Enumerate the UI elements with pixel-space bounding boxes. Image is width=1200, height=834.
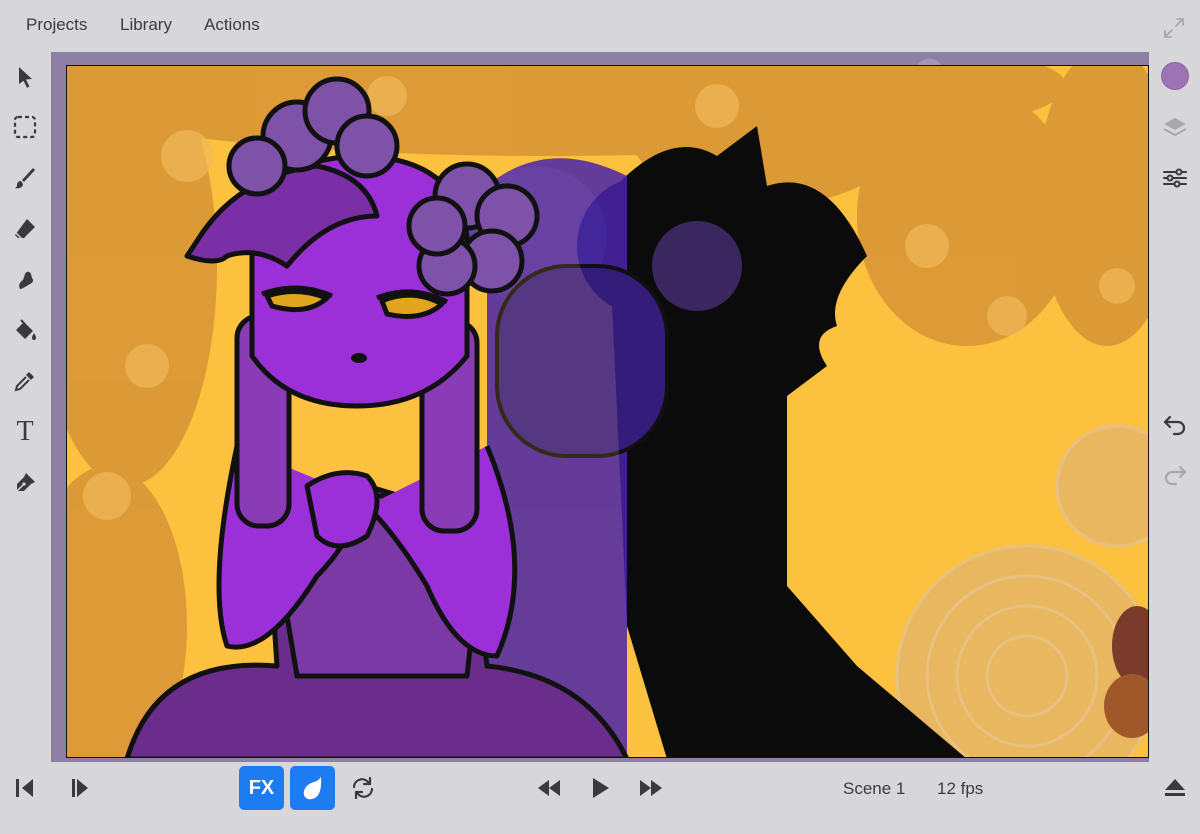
text-tool-icon[interactable]: T xyxy=(8,415,42,449)
pen-icon[interactable] xyxy=(8,466,42,500)
canvas-stage[interactable] xyxy=(51,52,1149,762)
onion-skin-button[interactable] xyxy=(290,766,335,810)
fps-setting[interactable]: 12 fps xyxy=(937,779,983,799)
text-tool-glyph: T xyxy=(16,416,34,447)
smudge-icon[interactable] xyxy=(8,263,42,297)
marquee-select-icon[interactable] xyxy=(8,110,42,144)
fx-button[interactable]: FX xyxy=(239,766,284,810)
eraser-icon[interactable] xyxy=(8,212,42,246)
play-icon[interactable] xyxy=(578,766,622,810)
undo-icon[interactable] xyxy=(1158,407,1192,441)
scene-selector[interactable]: Scene 1 xyxy=(843,779,905,799)
artwork xyxy=(67,66,1148,757)
layers-icon[interactable] xyxy=(1158,111,1192,145)
expand-icon[interactable] xyxy=(1160,14,1188,42)
menu-projects[interactable]: Projects xyxy=(26,15,87,35)
current-color-dot xyxy=(1161,62,1189,90)
rewind-icon[interactable] xyxy=(527,766,571,810)
menu-library[interactable]: Library xyxy=(120,15,172,35)
eject-timeline-icon[interactable] xyxy=(1153,766,1197,810)
top-menu-bar: Projects Library Actions xyxy=(0,0,1200,52)
fill-bucket-icon[interactable] xyxy=(8,313,42,347)
menu-actions[interactable]: Actions xyxy=(204,15,260,35)
eyedropper-icon[interactable] xyxy=(8,364,42,398)
loop-icon[interactable] xyxy=(341,766,385,810)
redo-icon[interactable] xyxy=(1158,457,1192,491)
fast-forward-icon[interactable] xyxy=(629,766,673,810)
brush-icon[interactable] xyxy=(8,161,42,195)
next-frame-icon[interactable] xyxy=(56,766,100,810)
onion-skin-icon xyxy=(303,777,321,800)
select-arrow-icon[interactable] xyxy=(8,60,42,94)
adjustments-icon[interactable] xyxy=(1158,161,1192,195)
animation-frame[interactable] xyxy=(66,65,1149,758)
color-swatch-button[interactable] xyxy=(1158,59,1192,93)
previous-frame-icon[interactable] xyxy=(3,766,47,810)
